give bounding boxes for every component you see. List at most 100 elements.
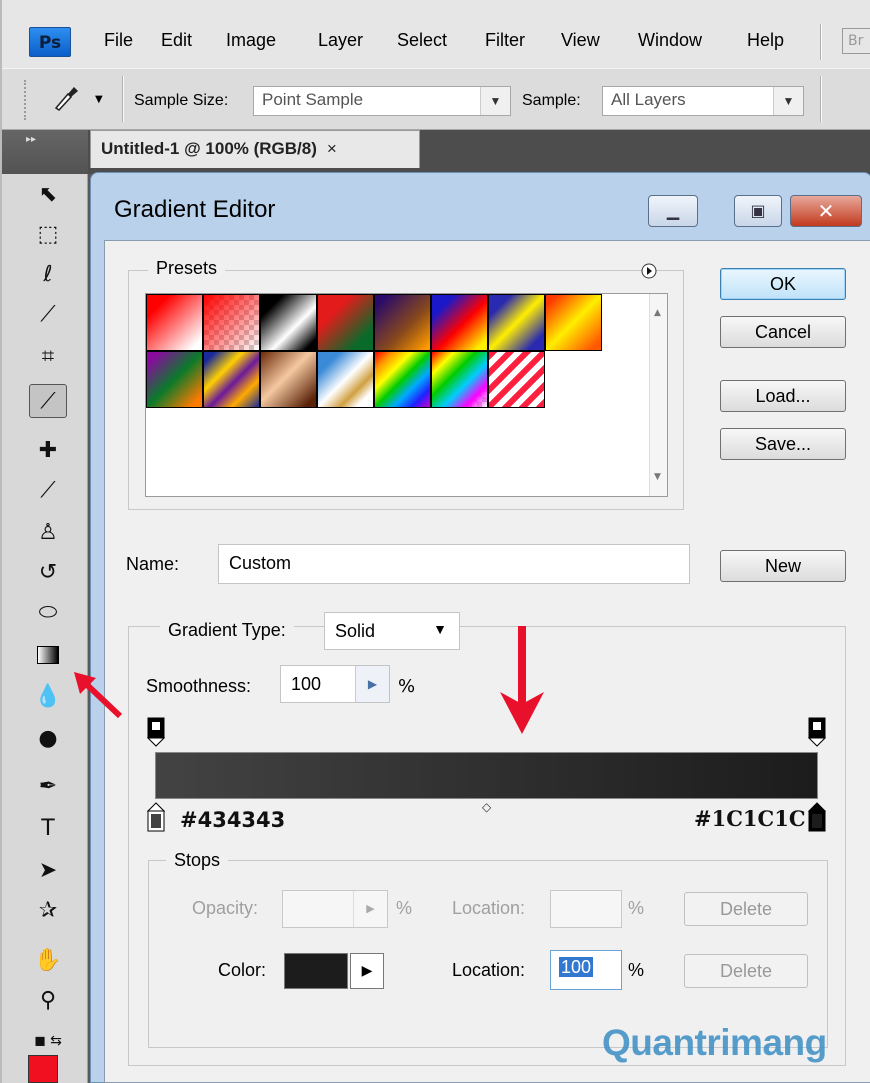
blur-icon[interactable]: 💧	[29, 680, 67, 714]
shape-icon[interactable]: ✰	[29, 894, 67, 928]
preset-swatch[interactable]	[488, 351, 545, 408]
new-button[interactable]: New	[720, 550, 846, 582]
color-location-percent: %	[628, 960, 645, 980]
close-button[interactable]: ✕	[790, 195, 862, 227]
name-field[interactable]: Custom	[218, 544, 690, 584]
preset-swatch[interactable]	[146, 294, 203, 351]
eyedropper-tool-preset-icon[interactable]	[48, 82, 82, 112]
eraser-icon[interactable]: ⬭	[29, 596, 67, 630]
preset-swatch[interactable]	[545, 294, 602, 351]
zoom-icon[interactable]: ⚲	[29, 984, 67, 1018]
color-label: Color:	[218, 960, 267, 980]
color-stop-selected-icon[interactable]	[808, 802, 826, 832]
save-button[interactable]: Save...	[720, 428, 846, 460]
preset-swatch[interactable]	[431, 294, 488, 351]
presets-scrollbar[interactable]: ▲ ▼	[649, 294, 667, 496]
bridge-button[interactable]: Br	[842, 28, 870, 54]
smoothness-slider-arrow-icon[interactable]: ▶	[355, 666, 389, 702]
preset-swatch[interactable]	[317, 351, 374, 408]
menu-view[interactable]: View	[561, 30, 600, 51]
load-button[interactable]: Load...	[720, 380, 846, 412]
preset-swatch[interactable]	[260, 351, 317, 408]
preset-swatch[interactable]	[203, 351, 260, 408]
menu-select[interactable]: Select	[397, 30, 447, 51]
chevron-down-icon[interactable]: ▼	[433, 621, 447, 637]
gradient-swatch	[37, 646, 59, 664]
preset-swatch[interactable]	[374, 294, 431, 351]
hand-icon[interactable]: ✋	[29, 944, 67, 978]
document-tab[interactable]: Untitled-1 @ 100% (RGB/8) ×	[90, 130, 420, 168]
gradient-type-select[interactable]: Solid ▼	[324, 612, 460, 650]
maximize-button[interactable]: ▣	[734, 195, 782, 227]
swap-colors-icon[interactable]: ◼ ⇆	[29, 1024, 67, 1058]
sample-size-select[interactable]: Point Sample ▼	[253, 86, 511, 116]
preset-swatch[interactable]	[488, 294, 545, 351]
photoshop-logo: Ps	[29, 27, 71, 57]
opacity-location-field[interactable]	[550, 890, 622, 928]
foreground-color-swatch[interactable]	[28, 1055, 58, 1083]
crop-icon[interactable]: ⌗	[29, 340, 67, 374]
menu-edit[interactable]: Edit	[161, 30, 192, 51]
type-icon[interactable]: T	[29, 812, 67, 846]
preset-swatch[interactable]	[260, 294, 317, 351]
options-grip[interactable]	[24, 80, 30, 120]
healing-brush-icon[interactable]: ✚	[29, 434, 67, 468]
color-location-label: Location:	[452, 960, 526, 980]
opacity-stop-icon[interactable]	[808, 717, 826, 747]
clone-stamp-icon[interactable]: ♙	[29, 516, 67, 550]
menu-file[interactable]: File	[104, 30, 133, 51]
close-icon[interactable]: ×	[327, 139, 337, 158]
menu-help[interactable]: Help	[747, 30, 784, 51]
magic-wand-icon[interactable]: ⟋	[29, 298, 67, 332]
brush-icon[interactable]: ⟋	[29, 474, 67, 508]
menu-image[interactable]: Image	[226, 30, 276, 51]
collapse-icon[interactable]: ▸▸	[26, 134, 36, 145]
move-icon[interactable]: ⬉	[29, 178, 67, 212]
name-label: Name:	[126, 554, 180, 574]
options-separator	[820, 76, 822, 122]
sample-size-label: Sample Size:	[134, 92, 229, 109]
menu-filter[interactable]: Filter	[485, 30, 525, 51]
dodge-icon[interactable]: ●	[29, 722, 67, 756]
chevron-down-icon[interactable]: ▼	[773, 87, 803, 115]
lasso-icon[interactable]: ℓ	[29, 258, 67, 292]
color-menu-arrow-icon[interactable]: ▶	[350, 953, 384, 989]
opacity-slider-arrow-icon[interactable]: ▶	[353, 891, 387, 927]
preset-swatch[interactable]	[146, 351, 203, 408]
smoothness-value: 100	[291, 674, 322, 694]
smoothness-field[interactable]: 100 ▶	[280, 665, 390, 703]
preset-swatch[interactable]	[203, 294, 260, 351]
presets-list[interactable]: ▲ ▼	[145, 293, 668, 497]
menu-window[interactable]: Window	[638, 30, 702, 51]
gradient-icon[interactable]	[29, 638, 67, 672]
scroll-down-icon[interactable]: ▼	[654, 472, 661, 482]
gradient-type-label: Gradient Type:	[160, 620, 294, 641]
gradient-preview-bar[interactable]	[155, 752, 818, 799]
menu-layer[interactable]: Layer	[318, 30, 363, 51]
scroll-up-icon[interactable]: ▲	[654, 308, 661, 318]
color-location-field[interactable]: 100	[550, 950, 622, 990]
toolbox-header[interactable]: ▸▸	[2, 130, 88, 174]
delete-opacity-stop-button[interactable]: Delete	[684, 892, 808, 926]
history-brush-icon[interactable]: ↺	[29, 556, 67, 590]
tool-preset-dropdown-icon[interactable]: ▼	[95, 94, 103, 105]
preset-swatch[interactable]	[374, 351, 431, 408]
delete-color-stop-button[interactable]: Delete	[684, 954, 808, 988]
midpoint-diamond-icon[interactable]: ◇	[482, 800, 491, 814]
minimize-button[interactable]: ▁	[648, 195, 698, 227]
preset-swatch[interactable]	[317, 294, 374, 351]
marquee-icon[interactable]: ⬚	[29, 218, 67, 252]
cancel-button[interactable]: Cancel	[720, 316, 846, 348]
opacity-stop-icon[interactable]	[147, 717, 165, 747]
color-stop-icon[interactable]	[147, 802, 165, 832]
sample-select[interactable]: All Layers ▼	[602, 86, 804, 116]
opacity-field[interactable]: ▶	[282, 890, 388, 928]
path-selection-icon[interactable]: ➤	[29, 854, 67, 888]
presets-menu-icon[interactable]	[640, 262, 658, 280]
pen-icon[interactable]: ✒	[29, 770, 67, 804]
stop-color-swatch[interactable]	[284, 953, 348, 989]
preset-swatch[interactable]	[431, 351, 488, 408]
eyedropper-icon[interactable]: ⟋	[29, 384, 67, 418]
ok-button[interactable]: OK	[720, 268, 846, 300]
chevron-down-icon[interactable]: ▼	[480, 87, 510, 115]
